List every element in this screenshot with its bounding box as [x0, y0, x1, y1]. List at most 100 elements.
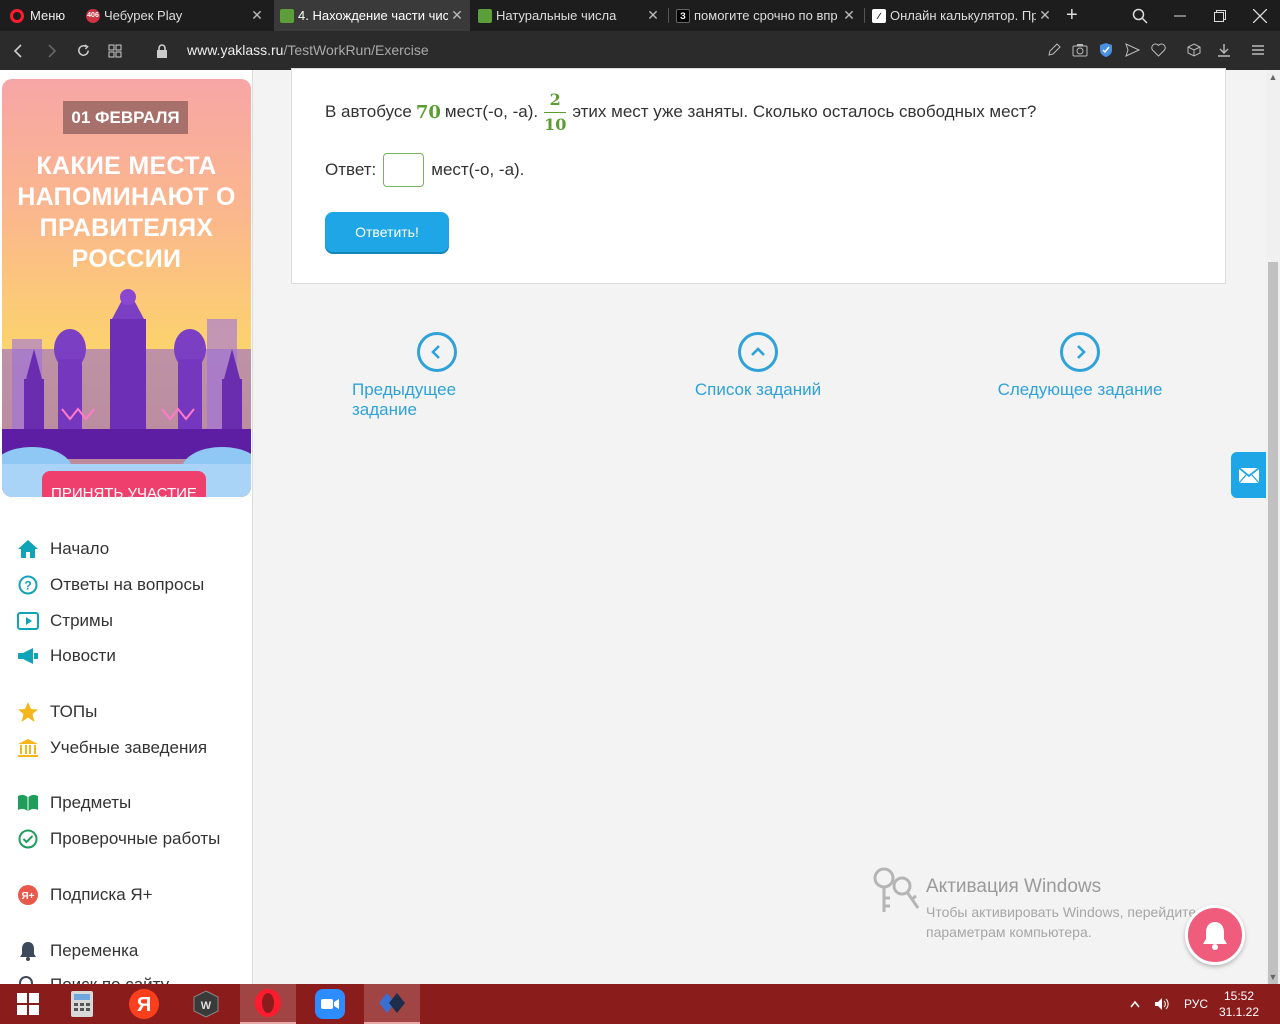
svg-text:?: ? — [24, 579, 31, 593]
promo-banner[interactable]: 01 ФЕВРАЛЯ КАКИЕ МЕСТА НАПОМИНАЮТ О ПРАВ… — [2, 79, 251, 497]
easy-setup-icon[interactable] — [1250, 42, 1266, 58]
sidebar-item-tops[interactable]: ТОПы — [16, 699, 97, 725]
vpn-shield-icon[interactable] — [1098, 42, 1114, 58]
play-icon — [16, 609, 40, 633]
question-prefix: В автобусе — [325, 102, 412, 121]
taskbar-clock[interactable]: 15:52 31.1.22 — [1214, 988, 1264, 1020]
start-button[interactable] — [0, 984, 56, 1024]
next-task-link[interactable]: Следующее задание — [995, 332, 1165, 400]
send-icon[interactable] — [1124, 42, 1140, 58]
lock-icon[interactable] — [147, 31, 177, 70]
tray-overflow-icon[interactable] — [1130, 984, 1140, 1024]
check-icon — [16, 827, 40, 851]
fraction-numerator: 2 — [549, 89, 561, 109]
bell-icon — [16, 939, 40, 963]
sidebar: 01 ФЕВРАЛЯ КАКИЕ МЕСТА НАПОМИНАЮТ О ПРАВ… — [0, 70, 253, 984]
volume-icon[interactable] — [1154, 984, 1170, 1024]
znanija-favicon-icon: З — [676, 8, 690, 23]
taskbar-yandex[interactable]: Я — [116, 984, 172, 1024]
question-text: В автобусе 70 мест(-о, -а). 2 10 этих ме… — [325, 87, 1036, 137]
sidebar-item-institutions[interactable]: Учебные заведения — [16, 735, 207, 761]
minimize-icon[interactable] — [1160, 0, 1200, 31]
participate-button[interactable]: ПРИНЯТЬ УЧАСТИЕ — [42, 471, 206, 497]
tab-calculator[interactable]: ∕ Онлайн калькулятор. Пре ✕ — [866, 0, 1058, 31]
taskbar-calculator[interactable] — [54, 984, 110, 1024]
scroll-down-arrow-icon[interactable]: ▼ — [1266, 970, 1280, 984]
restore-icon[interactable] — [1200, 0, 1240, 31]
answer-input[interactable] — [383, 153, 425, 187]
sidebar-item-subscription[interactable]: Я+ Подписка Я+ — [16, 882, 153, 908]
scroll-thumb[interactable] — [1268, 262, 1278, 986]
close-window-icon[interactable] — [1240, 0, 1280, 31]
previous-task-label: Предыдущее задание — [352, 380, 457, 419]
taskbar-zoom[interactable] — [302, 984, 358, 1024]
close-tab-icon[interactable]: ✕ — [644, 7, 662, 24]
tab-title: помогите срочно по впр — [694, 8, 838, 23]
forward-icon[interactable] — [36, 31, 66, 70]
extensions-cube-icon[interactable] — [1186, 42, 1202, 58]
edit-page-icon[interactable] — [1046, 42, 1062, 58]
watermark-line: параметрам компьютера. — [926, 924, 1092, 940]
page-scrollbar[interactable]: ▲ ▼ — [1266, 70, 1280, 986]
sidebar-item-label: Учебные заведения — [50, 738, 208, 757]
close-tab-icon[interactable]: ✕ — [1036, 7, 1054, 24]
new-tab-icon[interactable]: + — [1066, 4, 1078, 27]
sidebar-item-label: Начало — [50, 539, 110, 558]
envelope-icon — [1239, 467, 1259, 483]
taskbar-world-of-tanks[interactable]: W — [178, 984, 234, 1024]
feedback-mail-button[interactable] — [1231, 452, 1267, 498]
main-content: В автобусе 70 мест(-о, -а). 2 10 этих ме… — [254, 68, 1266, 984]
sidebar-item-label: ТОПы — [50, 702, 98, 721]
back-icon[interactable] — [4, 31, 34, 70]
tab-current-task[interactable]: 4. Нахождение части числа ✕ — [274, 0, 470, 31]
submit-answer-button[interactable]: Ответить! — [325, 212, 449, 252]
tab-title: Онлайн калькулятор. Пре — [890, 8, 1036, 23]
diamond-app-icon — [379, 993, 405, 1013]
windows-taskbar: Я W РУС 15:52 31.1.22 — [0, 984, 1280, 1024]
taskbar-app[interactable] — [364, 984, 420, 1024]
search-tabs-icon[interactable] — [1120, 0, 1160, 31]
heart-icon[interactable] — [1150, 42, 1166, 58]
sidebar-item-streams[interactable]: Стримы — [16, 608, 113, 634]
scroll-up-arrow-icon[interactable]: ▲ — [1266, 70, 1280, 84]
downloads-icon[interactable] — [1216, 42, 1232, 58]
url-field[interactable]: www.yaklass.ru/TestWorkRun/Exercise — [187, 31, 429, 70]
taskbar-opera[interactable] — [240, 984, 296, 1024]
watermark-line: Чтобы активировать Windows, перейдите — [926, 904, 1197, 920]
sidebar-item-subjects[interactable]: Предметы — [16, 790, 131, 816]
opera-logo-icon — [10, 8, 24, 23]
fraction-denominator: 10 — [544, 114, 567, 134]
sidebar-item-site-search[interactable]: Поиск по сайту — [16, 972, 169, 984]
reload-icon[interactable] — [68, 31, 98, 70]
speed-dial-icon[interactable] — [100, 31, 130, 70]
close-tab-icon[interactable]: ✕ — [840, 7, 858, 24]
tab-cheburek[interactable]: 406 Чебурек Play ✕ — [80, 0, 270, 31]
url-host: www.yaklass.ru — [187, 42, 284, 58]
keys-icon — [873, 867, 920, 912]
opera-menu-button[interactable]: Меню — [0, 0, 76, 31]
close-tab-icon[interactable]: ✕ — [448, 7, 466, 24]
subscription-icon: Я+ — [16, 883, 40, 907]
snapshot-camera-icon[interactable] — [1072, 42, 1088, 58]
notifications-bell-button[interactable] — [1185, 905, 1245, 965]
tab-help[interactable]: З помогите срочно по впр ✕ — [670, 0, 862, 31]
sidebar-item-tests[interactable]: Проверочные работы — [16, 826, 220, 852]
close-tab-icon[interactable]: ✕ — [248, 7, 266, 24]
sidebar-item-label: Проверочные работы — [50, 829, 221, 848]
svg-text:Я+: Я+ — [21, 891, 34, 902]
yandex-icon: Я — [129, 989, 159, 1019]
sidebar-item-answers[interactable]: ? Ответы на вопросы — [16, 572, 204, 598]
book-favicon-icon — [478, 8, 492, 23]
clock-time: 15:52 — [1223, 989, 1255, 1003]
tab-title: Натуральные числа — [496, 8, 617, 23]
input-language[interactable]: РУС — [1184, 984, 1208, 1024]
exercise-card: В автобусе 70 мест(-о, -а). 2 10 этих ме… — [291, 68, 1226, 284]
sidebar-item-news[interactable]: Новости — [16, 643, 116, 669]
sidebar-item-break[interactable]: Переменка — [16, 938, 138, 964]
previous-task-link[interactable]: Предыдущее задание — [352, 332, 522, 420]
answer-unit: мест(-о, -а). — [431, 160, 525, 179]
zoom-icon — [315, 989, 345, 1019]
tab-natural-numbers[interactable]: Натуральные числа ✕ — [472, 0, 666, 31]
sidebar-item-home[interactable]: Начало — [16, 536, 109, 562]
task-list-link[interactable]: Список заданий — [683, 332, 833, 400]
